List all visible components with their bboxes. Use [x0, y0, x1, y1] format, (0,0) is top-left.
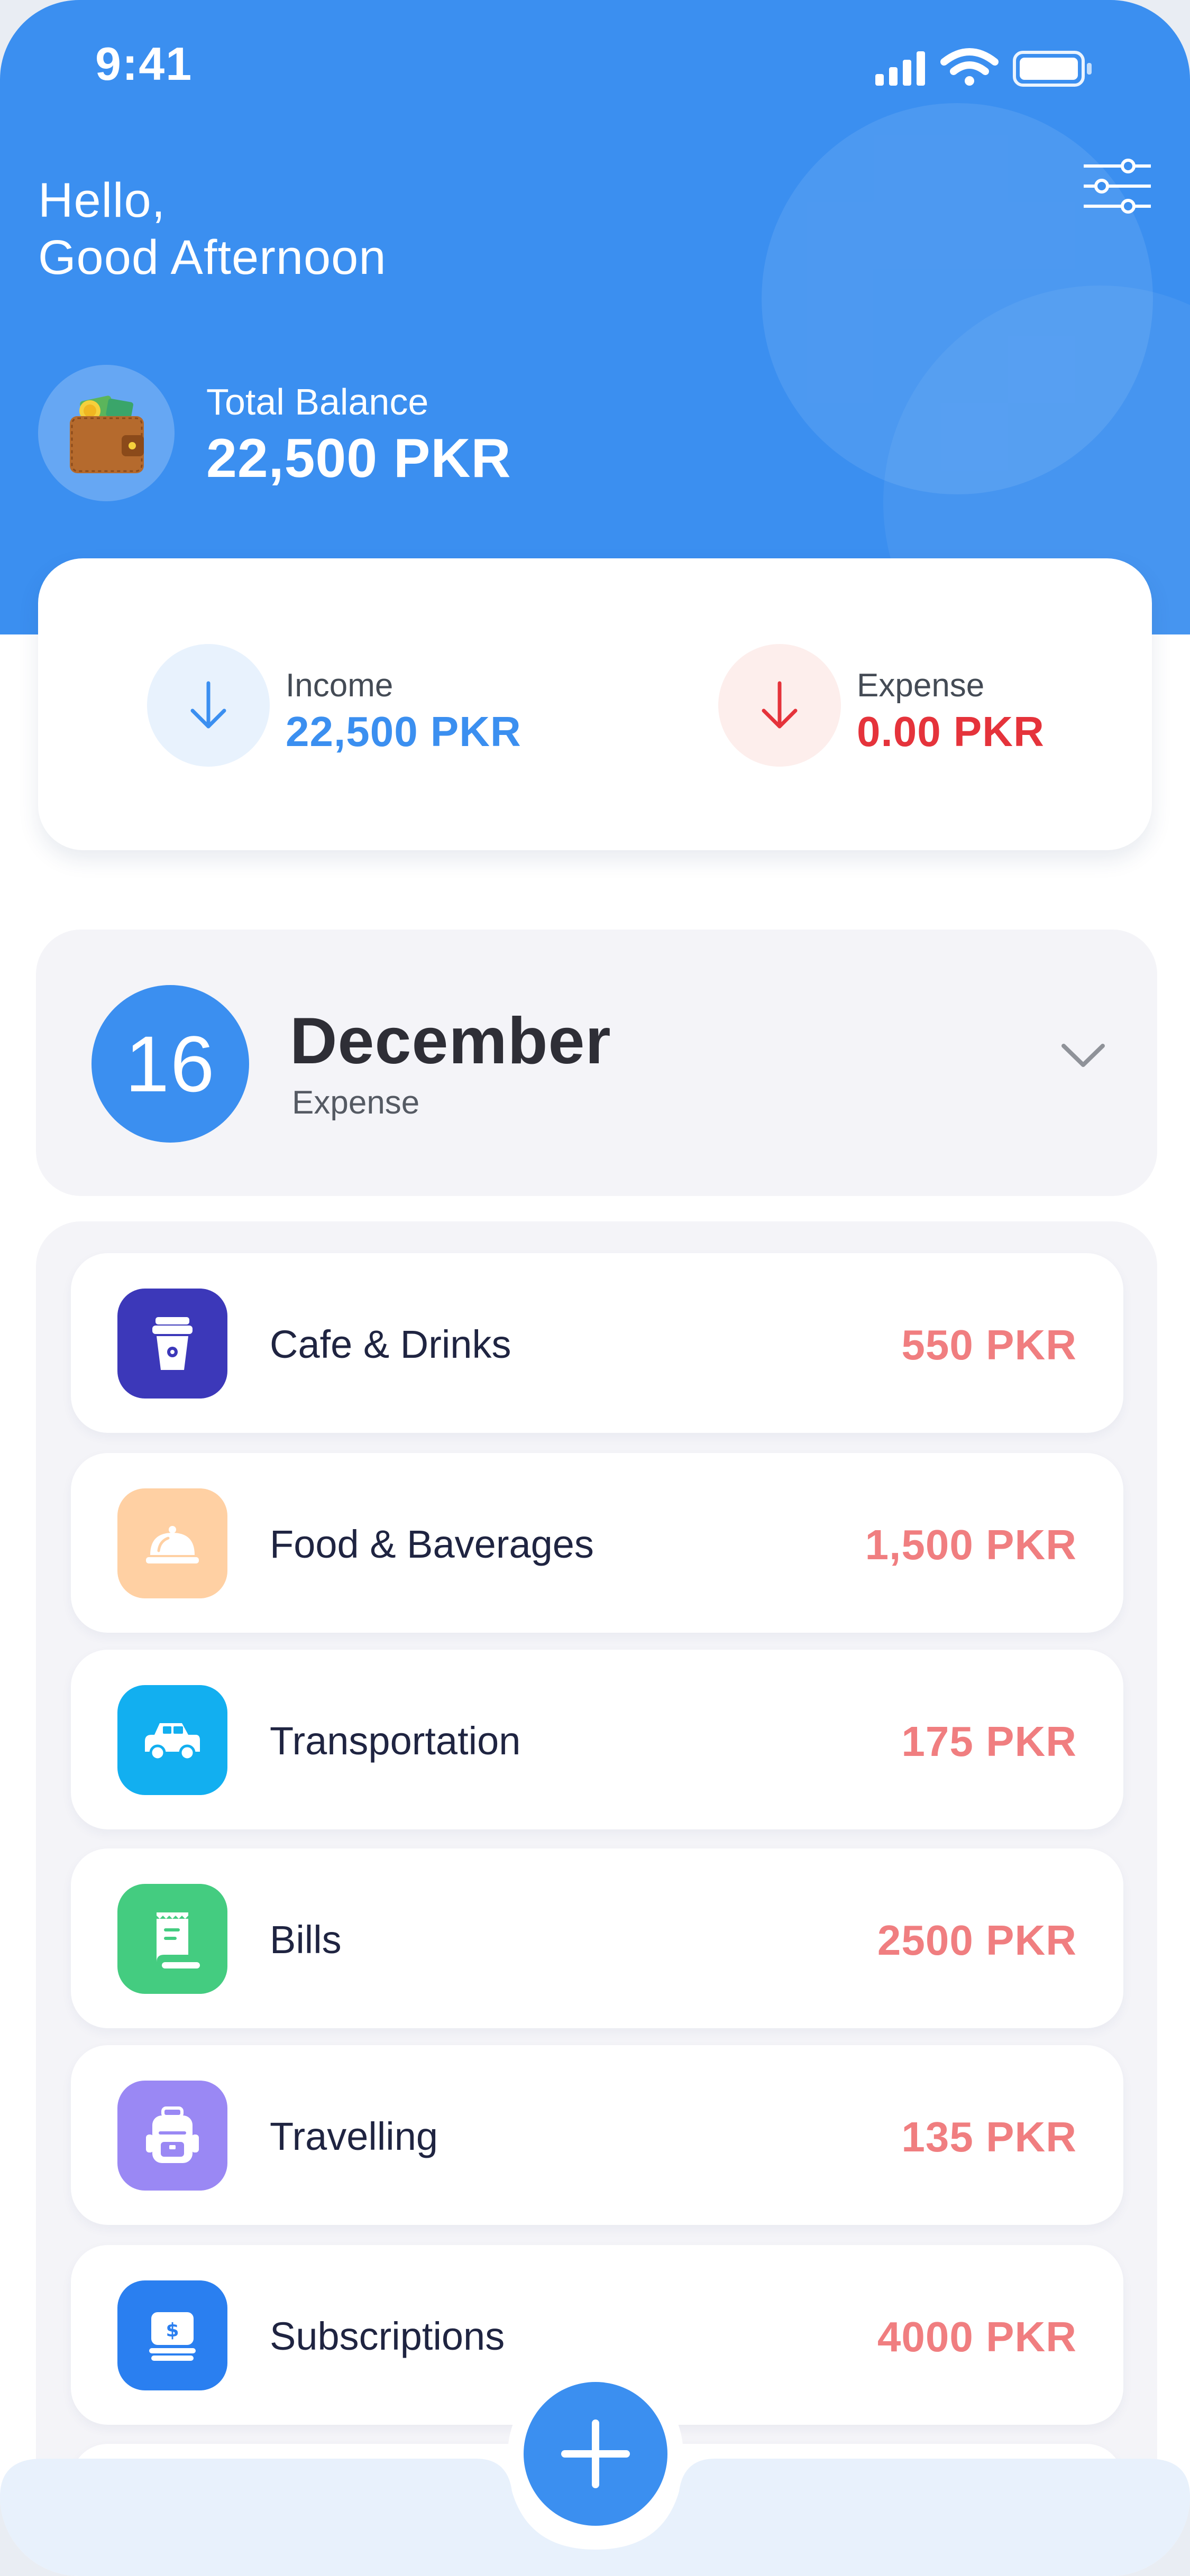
status-icons — [875, 48, 1092, 87]
category-icon-box — [117, 1289, 227, 1399]
chevron-down-icon[interactable] — [1059, 1039, 1107, 1071]
expense-badge — [718, 644, 841, 767]
greeting-line-1: Hello, — [38, 173, 166, 227]
sliders-icon[interactable] — [1082, 159, 1153, 214]
expense-amount: 175 PKR — [901, 1718, 1077, 1765]
income-badge — [147, 644, 270, 767]
expense-amount: 2500 PKR — [877, 1917, 1077, 1964]
month-subtitle: Expense — [292, 1084, 420, 1121]
expense-amount: 1,500 PKR — [865, 1521, 1077, 1568]
date-selector[interactable]: 16 December Expense — [36, 930, 1157, 1196]
category-icon-box: $ — [117, 2280, 227, 2390]
expense-item-bills[interactable]: Bills 2500 PKR — [71, 1848, 1123, 2028]
status-time: 9:41 — [95, 38, 193, 90]
add-expense-button[interactable] — [524, 2382, 667, 2526]
income-label: Income — [286, 667, 393, 704]
expense-item-food-baverages[interactable]: Food & Baverages 1,500 PKR — [71, 1453, 1123, 1633]
expense-item-transportation[interactable]: Transportation 175 PKR — [71, 1650, 1123, 1829]
wifi-icon — [940, 48, 999, 86]
wallet-icon — [70, 395, 144, 473]
backpack-icon — [146, 2106, 199, 2163]
expense-amount: 4000 PKR — [877, 2313, 1077, 2360]
expense-label: Expense — [857, 667, 985, 704]
header: 9:41 Hello, Good Afternoon Total Balance… — [0, 0, 1190, 634]
expense-name: Transportation — [270, 1719, 521, 1763]
phone-screen: 9:41 Hello, Good Afternoon Total Balance… — [0, 0, 1190, 2576]
arrow-down-icon — [190, 681, 226, 729]
expense-item-cafe-drinks[interactable]: Cafe & Drinks 550 PKR — [71, 1253, 1123, 1433]
svg-text:$: $ — [166, 2320, 179, 2341]
wallet-avatar — [38, 365, 175, 501]
income-expense-card: Income 22,500 PKR Expense 0.00 PKR — [38, 558, 1152, 850]
expense-value: 0.00 PKR — [857, 708, 1045, 755]
category-icon-box — [117, 1884, 227, 1994]
expense-name: Food & Baverages — [270, 1522, 594, 1566]
coffee-cup-icon — [152, 1317, 193, 1370]
category-icon-box — [117, 1488, 227, 1598]
signal-icon — [875, 51, 925, 86]
total-balance-label: Total Balance — [206, 381, 429, 422]
category-icon-box — [117, 1685, 227, 1795]
expense-amount: 550 PKR — [901, 1321, 1077, 1368]
month-label: December — [290, 1005, 611, 1078]
arrow-down-icon — [762, 681, 798, 729]
expense-name: Bills — [270, 1918, 342, 1962]
expense-list: Cafe & Drinks 550 PKR Food & Baverages 1… — [36, 1221, 1157, 2576]
car-icon — [145, 1723, 200, 1761]
greeting-line-2: Good Afternoon — [38, 231, 387, 284]
battery-icon — [1013, 51, 1092, 87]
receipt-icon — [157, 1912, 200, 1968]
greeting: Hello, Good Afternoon — [38, 172, 387, 286]
income-value: 22,500 PKR — [286, 708, 521, 755]
day-badge: 16 — [91, 985, 249, 1143]
expense-name: Subscriptions — [270, 2314, 505, 2358]
expense-amount: 135 PKR — [901, 2113, 1077, 2160]
plus-icon — [561, 2419, 630, 2488]
total-balance-value: 22,500 PKR — [206, 428, 511, 489]
expense-name: Cafe & Drinks — [270, 1322, 511, 1366]
category-icon-box — [117, 2081, 227, 2191]
expense-name: Travelling — [270, 2114, 438, 2158]
food-cloche-icon — [146, 1526, 199, 1563]
expense-item-travelling[interactable]: Travelling 135 PKR — [71, 2045, 1123, 2225]
money-stack-icon: $ — [149, 2312, 196, 2361]
